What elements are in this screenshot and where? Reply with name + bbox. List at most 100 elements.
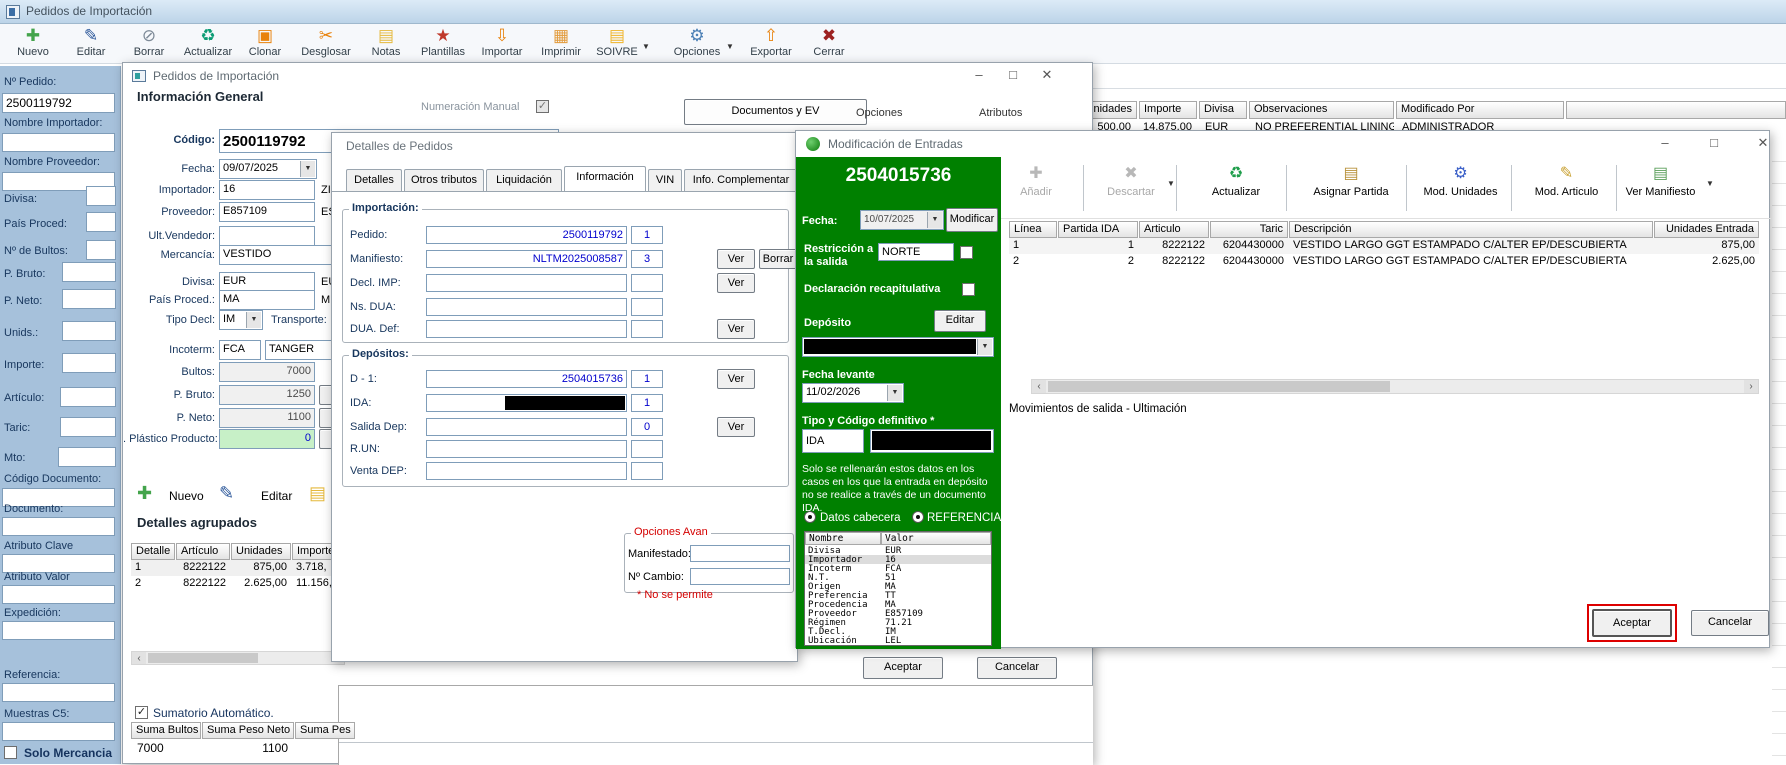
ult-vendedor-input[interactable] [219,226,315,246]
muestras-c5-input[interactable] [2,722,115,741]
toolbar-button-actualizar[interactable]: ♻Actualizar [179,26,237,64]
atributo-valor-input[interactable] [2,585,115,604]
tab-informacion[interactable]: Información [564,166,646,191]
column-header[interactable]: Unidades Entrada [1654,221,1759,238]
column-header[interactable]: Suma Bultos [131,722,201,739]
documento-input[interactable] [2,517,115,536]
column-header[interactable]: Divisa [1199,101,1247,119]
close-icon[interactable]: ✕ [1748,135,1778,153]
opciones-dropdown-icon[interactable]: ▼ [726,42,734,51]
ns-dua-count-input[interactable] [631,298,663,316]
numeracion-manual-checkbox[interactable]: ✓ [536,100,549,113]
pedido-cancelar-button[interactable]: Cancelar [977,657,1057,679]
column-header[interactable]: Modificado Por [1396,101,1564,119]
column-header[interactable]: Importe [1139,101,1197,119]
num-pedido-input[interactable]: 2500119792 [2,93,115,113]
pedido-count-input[interactable]: 1 [631,226,663,244]
sumatorio-checkbox[interactable]: ✓ [135,706,148,719]
divisa-input[interactable] [86,186,116,206]
table-row[interactable]: UbicaciónLEL [805,636,991,645]
solo-mercancia-checkbox[interactable] [4,746,17,759]
decl-imp-count-input[interactable] [631,274,663,292]
toolbar-button-imprimir[interactable]: ▦Imprimir [532,26,590,64]
num-cambio-input[interactable] [690,568,790,585]
run-count-input[interactable] [631,440,663,458]
scroll-left-icon[interactable]: ‹ [132,652,146,664]
venta-dep-count-input[interactable] [631,462,663,480]
table-row[interactable]: Importador16 [805,555,991,564]
p-bruto-input[interactable] [62,262,116,282]
dua-def-count-input[interactable] [631,320,663,338]
minimize-icon[interactable]: – [964,67,994,85]
tab-otros-tributos[interactable]: Otros tributos [404,169,484,191]
pais-proced-input[interactable]: MA [219,290,315,310]
divisa-input[interactable]: EUR [219,272,315,292]
ida-count-input[interactable]: 1 [631,394,663,412]
table-row[interactable]: ProveedorE857109 [805,609,991,618]
nuevo-detalle-label[interactable]: Nuevo [169,489,204,503]
ida-input[interactable] [426,394,627,412]
pedido-num-input[interactable]: 2500119792 [426,226,627,244]
toolbar-button-soivre[interactable]: ▤SOIVRE [588,26,646,64]
scrollbar-thumb[interactable] [1048,381,1390,392]
decl-imp-input[interactable] [426,274,627,292]
column-header[interactable]: Detalle [131,543,175,560]
table-row[interactable]: 2 2 8222122 6204430000 VESTIDO LARGO GGT… [1009,254,1759,270]
column-header[interactable]: Observaciones [1249,101,1394,119]
column-header[interactable]: Articulo [1139,221,1209,238]
restriccion-checkbox[interactable] [960,246,973,259]
maximize-icon[interactable]: □ [998,67,1028,85]
toolbar-button-notas[interactable]: ▤Notas [357,26,415,64]
manifestado-input[interactable] [690,545,790,562]
minimize-icon[interactable]: – [1650,135,1680,153]
table-row[interactable]: OrigenMA [805,582,991,591]
column-header[interactable]: Unidades [231,543,291,560]
dua-def-input[interactable] [426,320,627,338]
manifiesto-ver-button[interactable]: Ver [717,249,755,269]
new-detail-icon[interactable]: ✚ [137,483,152,504]
run-input[interactable] [426,440,627,458]
deposito-editar-button[interactable]: Editar [934,310,986,332]
scroll-right-icon[interactable]: › [1744,380,1758,393]
fecha-combo[interactable]: 09/07/2025▼ [219,159,317,179]
d1-count-input[interactable]: 1 [631,370,663,388]
venta-dep-input[interactable] [426,462,627,480]
num-bultos-input[interactable] [86,240,116,260]
referencia-radio[interactable] [912,511,924,523]
column-header[interactable]: Partida IDA [1058,221,1138,238]
datos-cabecera-radio[interactable] [804,511,816,523]
plastico-producto-input[interactable]: 0 [219,429,315,449]
incoterm-input[interactable]: FCA [219,340,261,360]
column-header[interactable]: Suma Pes [295,722,355,739]
entradas-cancelar-button[interactable]: Cancelar [1691,610,1769,636]
close-icon[interactable]: ✕ [1032,67,1062,85]
table-row[interactable]: Régimen71.21 [805,618,991,627]
toolbar-button-asignar-partida[interactable]: ▤Asignar Partida [1301,163,1401,198]
unids-input[interactable] [62,321,116,341]
horizontal-scrollbar[interactable]: ‹ › [1031,379,1759,394]
fecha-levante-combo[interactable]: 11/02/2026▼ [802,383,904,403]
toolbar-button-desglosar[interactable]: ✂Desglosar [297,26,355,64]
column-header[interactable]: Descripción [1289,221,1653,238]
tab-vin[interactable]: VIN [648,169,682,191]
chevron-down-icon[interactable]: ▼ [300,161,315,177]
ver-manifiesto-dropdown-icon[interactable]: ▼ [1706,179,1714,188]
table-row[interactable]: N.T.51 [805,573,991,582]
table-row[interactable]: IncotermFCA [805,564,991,573]
column-header[interactable]: Taric [1210,221,1288,238]
p-bruto-input[interactable]: 1250 [219,385,315,405]
edit-detail-icon[interactable]: ✎ [219,483,234,504]
column-header[interactable]: Nombre [805,532,881,545]
editar-detalle-label[interactable]: Editar [261,489,292,503]
column-header[interactable]: Artículo [176,543,230,560]
dua-def-ver-button[interactable]: Ver [717,319,755,339]
ns-dua-input[interactable] [426,298,627,316]
decl-imp-ver-button[interactable]: Ver [717,273,755,293]
restriccion-input[interactable]: NORTE [878,243,954,261]
deposito-combo[interactable]: ▼ [802,337,994,357]
tab-liquidacion[interactable]: Liquidación [486,169,562,191]
scroll-left-icon[interactable]: ‹ [1032,380,1046,393]
toolbar-button-plantillas[interactable]: ★Plantillas [414,26,472,64]
toolbar-button-mod-articulo[interactable]: ✎Mod. Articulo [1519,163,1614,198]
nombre-importador-input[interactable] [2,133,115,152]
